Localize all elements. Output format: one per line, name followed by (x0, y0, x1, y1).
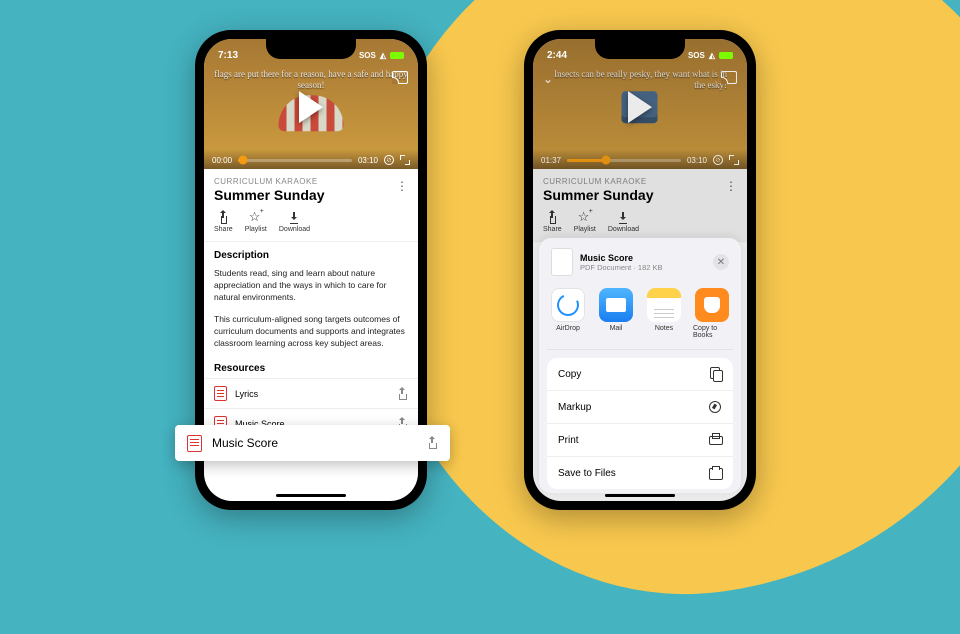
folder-icon (708, 466, 722, 480)
playlist-button[interactable]: Playlist (245, 211, 267, 233)
song-title: Summer Sunday (214, 187, 408, 203)
play-button[interactable] (299, 91, 323, 123)
wifi-icon: ◭ (709, 51, 715, 60)
resource-label: Lyrics (235, 389, 258, 399)
notch (266, 39, 356, 59)
download-button[interactable]: Download (279, 211, 310, 233)
action-markup[interactable]: Markup (547, 391, 733, 424)
copy-icon (708, 367, 722, 381)
export-icon[interactable] (426, 437, 438, 449)
time-duration: 03:10 (358, 156, 378, 165)
sheet-subtitle: PDF Document · 182 KB (580, 263, 663, 272)
fullscreen-icon[interactable] (400, 155, 410, 165)
app-books[interactable]: Copy to Books (693, 288, 731, 339)
app-airdrop[interactable]: AirDrop (549, 288, 587, 339)
home-indicator[interactable] (276, 494, 346, 497)
description-text: Students read, sing and learn about natu… (204, 265, 418, 305)
action-save-to-files[interactable]: Save to Files (547, 457, 733, 489)
time-current: 00:00 (212, 156, 232, 165)
sos-label: SOS (688, 51, 705, 60)
battery-icon (390, 52, 404, 59)
markup-icon (708, 400, 722, 414)
notes-icon (647, 288, 681, 322)
app-mail[interactable]: Mail (597, 288, 635, 339)
notch (595, 39, 685, 59)
highlighted-label: Music Score (212, 436, 278, 450)
app-notes[interactable]: Notes (645, 288, 683, 339)
action-copy[interactable]: Copy (547, 358, 733, 391)
phone-right: 2:44 SOS ◭ ⌄ Insects can be really pesky… (524, 30, 756, 510)
action-print[interactable]: Print (547, 424, 733, 457)
pdf-icon (214, 386, 227, 401)
document-thumbnail (551, 248, 573, 276)
sheet-title: Music Score (580, 253, 663, 263)
airdrop-icon (551, 288, 585, 322)
pdf-icon (187, 435, 202, 452)
share-sheet: Music Score PDF Document · 182 KB ✕ AirD… (539, 238, 741, 493)
battery-icon (719, 52, 733, 59)
resources-heading: Resources (204, 355, 418, 378)
settings-icon[interactable] (384, 155, 394, 165)
share-button[interactable]: Share (214, 211, 233, 233)
description-text-2: This curriculum-aligned song targets out… (204, 311, 418, 351)
category-label: CURRICULUM KARAOKE (214, 177, 408, 186)
mail-icon (599, 288, 633, 322)
resource-row[interactable]: Lyrics (204, 378, 418, 408)
close-icon[interactable]: ✕ (713, 254, 729, 270)
wifi-icon: ◭ (380, 51, 386, 60)
clock: 2:44 (547, 50, 567, 61)
more-icon[interactable]: ⋮ (396, 179, 408, 193)
cast-icon[interactable] (392, 71, 408, 84)
books-icon (695, 288, 729, 322)
description-heading: Description (204, 242, 418, 265)
print-icon (708, 433, 722, 447)
home-indicator[interactable] (605, 494, 675, 497)
seek-bar[interactable] (238, 159, 352, 162)
highlighted-resource[interactable]: Music Score (175, 425, 450, 461)
sos-label: SOS (359, 51, 376, 60)
export-icon[interactable] (396, 388, 408, 400)
clock: 7:13 (218, 50, 238, 61)
